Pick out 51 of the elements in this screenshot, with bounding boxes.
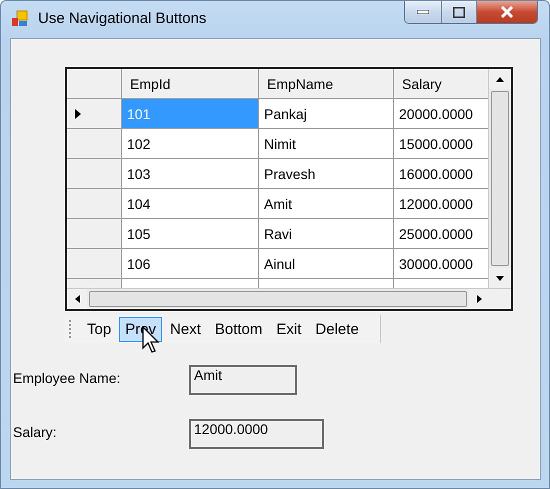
row-header[interactable]: [67, 189, 122, 219]
close-button[interactable]: [476, 1, 537, 23]
vertical-scrollbar[interactable]: [488, 69, 511, 288]
toolbar-button[interactable]: Delete: [309, 316, 365, 342]
table-cell: 15000.0000: [394, 129, 488, 159]
row-header[interactable]: [67, 129, 122, 159]
table-cell: 25000.0000: [394, 219, 488, 249]
column-header[interactable]: EmpName: [259, 69, 394, 99]
table-cell: 101: [122, 99, 259, 129]
minimize-button[interactable]: [405, 1, 441, 23]
table-cell: Pankaj: [259, 99, 394, 129]
maximize-button[interactable]: [441, 1, 476, 23]
grip-icon: [68, 319, 72, 339]
minimize-icon: [417, 10, 429, 14]
table-cell: 105: [122, 219, 259, 249]
table-cell: Pravesh: [259, 159, 394, 189]
table-cell: 12000.0000: [394, 189, 488, 219]
toolbar-button[interactable]: Next: [164, 316, 207, 342]
table-cell: 104: [122, 189, 259, 219]
scroll-right-icon[interactable]: [469, 289, 489, 309]
horizontal-scroll-thumb[interactable]: [89, 291, 467, 307]
toolbar-button[interactable]: Bottom: [208, 316, 268, 342]
table-cell: Nimit: [259, 129, 394, 159]
scroll-left-icon[interactable]: [67, 289, 87, 309]
row-header[interactable]: [67, 219, 122, 249]
table-cell: Ravi: [259, 219, 394, 249]
toolbar-button[interactable]: Top: [81, 316, 118, 342]
text-field[interactable]: 12000.0000: [189, 419, 324, 449]
column-header[interactable]: Salary: [394, 69, 488, 99]
row-header[interactable]: [67, 99, 122, 129]
table-cell: Amit: [259, 189, 394, 219]
window-title: Use Navigational Buttons: [38, 10, 206, 27]
table-cell: 103: [122, 159, 259, 189]
scroll-up-icon[interactable]: [496, 76, 504, 82]
row-header[interactable]: [67, 159, 122, 189]
table-cell: 106: [122, 249, 259, 279]
table-cell: 16000.0000: [394, 159, 488, 189]
table-cell: 30000.0000: [394, 249, 488, 279]
table-cell: 102: [122, 129, 259, 159]
scroll-down-icon[interactable]: [496, 276, 504, 280]
field-label: Employee Name:: [13, 369, 122, 386]
close-icon: [500, 6, 514, 18]
toolbar-button[interactable]: Exit: [270, 316, 308, 342]
text-field[interactable]: Amit: [189, 365, 297, 395]
maximize-icon: [453, 6, 465, 18]
table-cell: 20000.0000: [394, 99, 488, 129]
table-cell: Ainul: [259, 249, 394, 279]
app-icon: [11, 10, 29, 28]
column-header[interactable]: EmpId: [122, 69, 259, 99]
field-label: Salary:: [13, 423, 58, 440]
row-header[interactable]: [67, 249, 122, 279]
